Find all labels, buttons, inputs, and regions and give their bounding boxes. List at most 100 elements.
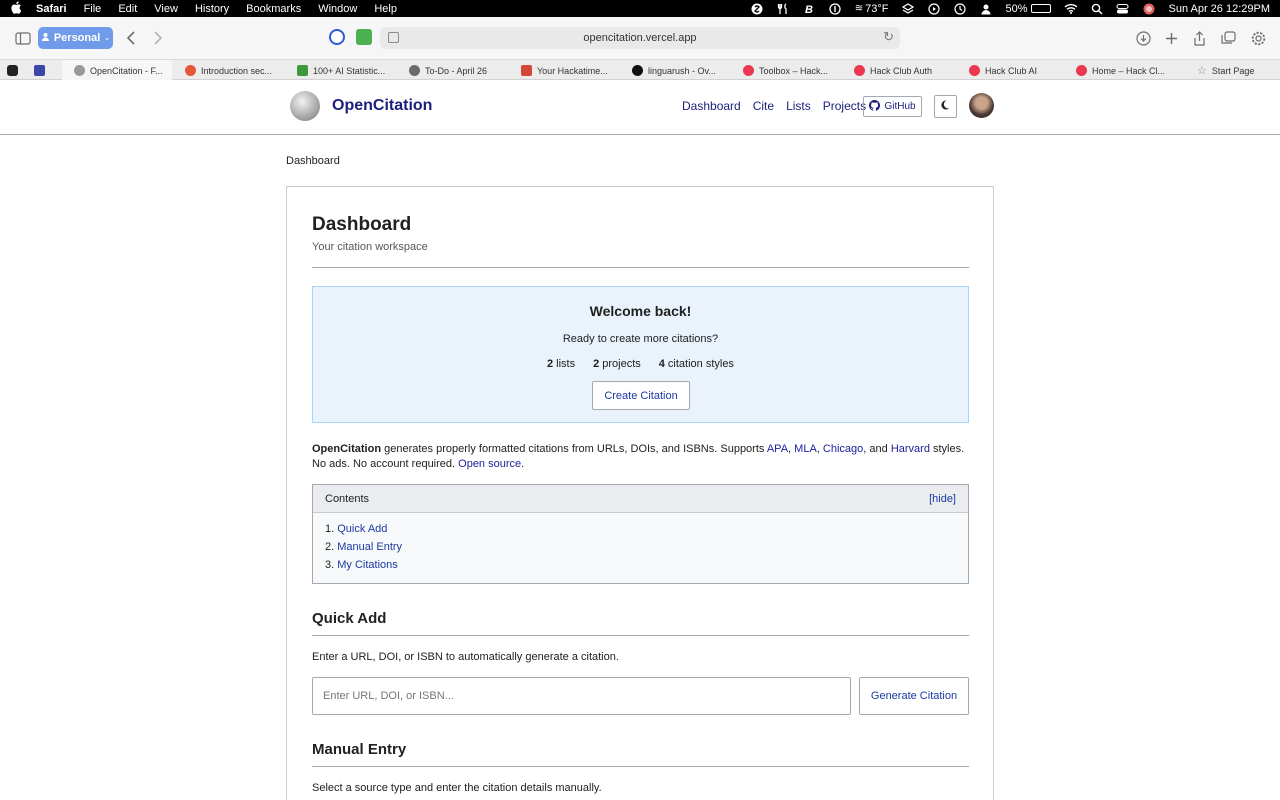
stat-projects: 2 projects bbox=[593, 358, 641, 370]
intro-end: . bbox=[521, 458, 525, 470]
layers-icon[interactable] bbox=[901, 2, 914, 15]
sidebar-toggle-icon[interactable] bbox=[13, 28, 33, 48]
nav-dashboard[interactable]: Dashboard bbox=[682, 99, 741, 113]
tab-label: Hack Club AI bbox=[985, 65, 1038, 76]
tab-9[interactable]: Home – Hack Cl... bbox=[1076, 60, 1165, 81]
macos-menubar: Safari File Edit View History Bookmarks … bbox=[0, 0, 1280, 17]
intro-brand: OpenCitation bbox=[312, 443, 382, 455]
tab-favicon bbox=[74, 65, 85, 76]
reload-icon[interactable]: ↻ bbox=[883, 29, 894, 45]
search-icon[interactable] bbox=[1090, 2, 1103, 15]
profile-label: Personal bbox=[53, 32, 101, 44]
open-source-link[interactable]: Open source bbox=[458, 458, 521, 470]
settings-gear-icon[interactable] bbox=[1248, 28, 1268, 48]
tab-6[interactable]: Toolbox – Hack... bbox=[743, 60, 828, 81]
menu-history[interactable]: History bbox=[195, 3, 229, 15]
site-brand[interactable]: OpenCitation bbox=[332, 97, 432, 115]
pinned-tab-list[interactable] bbox=[34, 60, 45, 81]
site-header: OpenCitation Dashboard Cite Lists Projec… bbox=[0, 80, 1280, 135]
stat-label: lists bbox=[556, 358, 576, 370]
weather-readout[interactable]: ≋ 73°F bbox=[855, 3, 889, 15]
forward-icon[interactable] bbox=[148, 28, 168, 48]
apa-link[interactable]: APA bbox=[767, 443, 788, 455]
dark-mode-toggle[interactable] bbox=[934, 95, 957, 118]
breadcrumb: Dashboard bbox=[286, 155, 340, 167]
shazam-icon[interactable] bbox=[751, 2, 764, 15]
shield-icon bbox=[7, 65, 18, 76]
manual-entry-heading: Manual Entry bbox=[312, 741, 407, 758]
downloads-icon[interactable] bbox=[1133, 28, 1153, 48]
toc-link-manual-entry[interactable]: Manual Entry bbox=[337, 541, 402, 553]
control-center-icon[interactable] bbox=[1116, 2, 1130, 15]
toc-item: 3. My Citations bbox=[325, 559, 968, 577]
menu-help[interactable]: Help bbox=[374, 3, 397, 15]
wifi-icon[interactable] bbox=[1064, 2, 1078, 15]
manual-entry-description: Select a source type and enter the citat… bbox=[312, 782, 602, 794]
address-url: opencitation.vercel.app bbox=[583, 32, 697, 44]
stat-count: 2 bbox=[593, 358, 600, 370]
toc-header: Contents [hide] bbox=[313, 485, 968, 513]
address-bar[interactable]: opencitation.vercel.app ↻ bbox=[380, 27, 900, 49]
wikipedia-globe-logo[interactable] bbox=[290, 91, 320, 121]
toc-link-my-citations[interactable]: My Citations bbox=[337, 559, 398, 571]
user-avatar[interactable] bbox=[969, 93, 994, 118]
tab-label: Toolbox – Hack... bbox=[759, 65, 829, 76]
nav-lists[interactable]: Lists bbox=[786, 99, 811, 113]
onepassword-extension-icon[interactable] bbox=[329, 29, 345, 45]
mla-link[interactable]: MLA bbox=[794, 443, 817, 455]
nav-cite[interactable]: Cite bbox=[753, 99, 774, 113]
moon-icon bbox=[941, 100, 951, 113]
clock[interactable]: Sun Apr 26 12:29PM bbox=[1168, 3, 1270, 15]
tab-label: linguarush - Ov... bbox=[648, 65, 716, 76]
tab-5[interactable]: linguarush - Ov... bbox=[632, 60, 716, 81]
browser-toolbar: Personal ⌄ opencitation.vercel.app ↻ bbox=[0, 17, 1280, 59]
toc-item: 1. Quick Add bbox=[325, 523, 968, 541]
menu-file[interactable]: File bbox=[84, 3, 102, 15]
tab-7[interactable]: Hack Club Auth bbox=[854, 60, 932, 81]
profile-button[interactable]: Personal ⌄ bbox=[38, 27, 113, 49]
time-machine-icon[interactable] bbox=[953, 2, 966, 15]
nav-projects[interactable]: Projects bbox=[823, 99, 866, 113]
tab-favicon bbox=[1076, 65, 1087, 76]
github-button[interactable]: GitHub bbox=[863, 96, 922, 117]
menu-edit[interactable]: Edit bbox=[118, 3, 137, 15]
url-doi-isbn-input[interactable]: Enter URL, DOI, or ISBN... bbox=[312, 677, 851, 715]
create-citation-button[interactable]: Create Citation bbox=[592, 381, 690, 410]
user-icon[interactable] bbox=[979, 2, 992, 15]
tab-0[interactable]: OpenCitation - F... bbox=[62, 60, 172, 81]
tab-4[interactable]: Your Hackatime... bbox=[521, 60, 608, 81]
notes-extension-icon[interactable] bbox=[356, 29, 372, 45]
siri-icon[interactable] bbox=[1142, 2, 1155, 15]
toc-link-quick-add[interactable]: Quick Add bbox=[337, 523, 387, 535]
new-tab-icon[interactable] bbox=[1161, 28, 1181, 48]
chicago-link[interactable]: Chicago bbox=[823, 443, 863, 455]
tab-3[interactable]: To-Do - April 26 bbox=[409, 60, 487, 81]
tab-8[interactable]: Hack Club AI bbox=[969, 60, 1037, 81]
tab-1[interactable]: Introduction sec... bbox=[185, 60, 272, 81]
tab-10[interactable]: ☆ Start Page bbox=[1197, 60, 1254, 81]
battery-readout[interactable]: 50% bbox=[1005, 3, 1052, 15]
share-icon[interactable] bbox=[1189, 28, 1209, 48]
tab-favicon bbox=[743, 65, 754, 76]
tab-2[interactable]: 100+ AI Statistic... bbox=[297, 60, 385, 81]
tab-label: To-Do - April 26 bbox=[425, 65, 488, 76]
menu-app-name[interactable]: Safari bbox=[36, 3, 67, 15]
fork-knife-icon[interactable] bbox=[777, 2, 790, 15]
play-icon[interactable] bbox=[927, 2, 940, 15]
bold-b-icon[interactable]: B bbox=[803, 2, 816, 15]
page-subtitle: Your citation workspace bbox=[312, 241, 428, 253]
tab-label: Hack Club Auth bbox=[870, 65, 933, 76]
menu-window[interactable]: Window bbox=[318, 3, 357, 15]
tab-overview-icon[interactable] bbox=[1218, 28, 1238, 48]
back-icon[interactable] bbox=[121, 28, 141, 48]
github-icon bbox=[869, 99, 881, 114]
table-of-contents: Contents [hide] 1. Quick Add 2. Manual E… bbox=[312, 484, 969, 584]
password-icon[interactable] bbox=[829, 2, 842, 15]
generate-citation-button[interactable]: Generate Citation bbox=[859, 677, 969, 715]
harvard-link[interactable]: Harvard bbox=[891, 443, 930, 455]
pinned-tab-shield[interactable] bbox=[7, 60, 18, 81]
menu-view[interactable]: View bbox=[154, 3, 178, 15]
apple-icon[interactable] bbox=[10, 0, 22, 17]
toc-hide-link[interactable]: [hide] bbox=[929, 493, 956, 505]
menu-bookmarks[interactable]: Bookmarks bbox=[246, 3, 301, 15]
